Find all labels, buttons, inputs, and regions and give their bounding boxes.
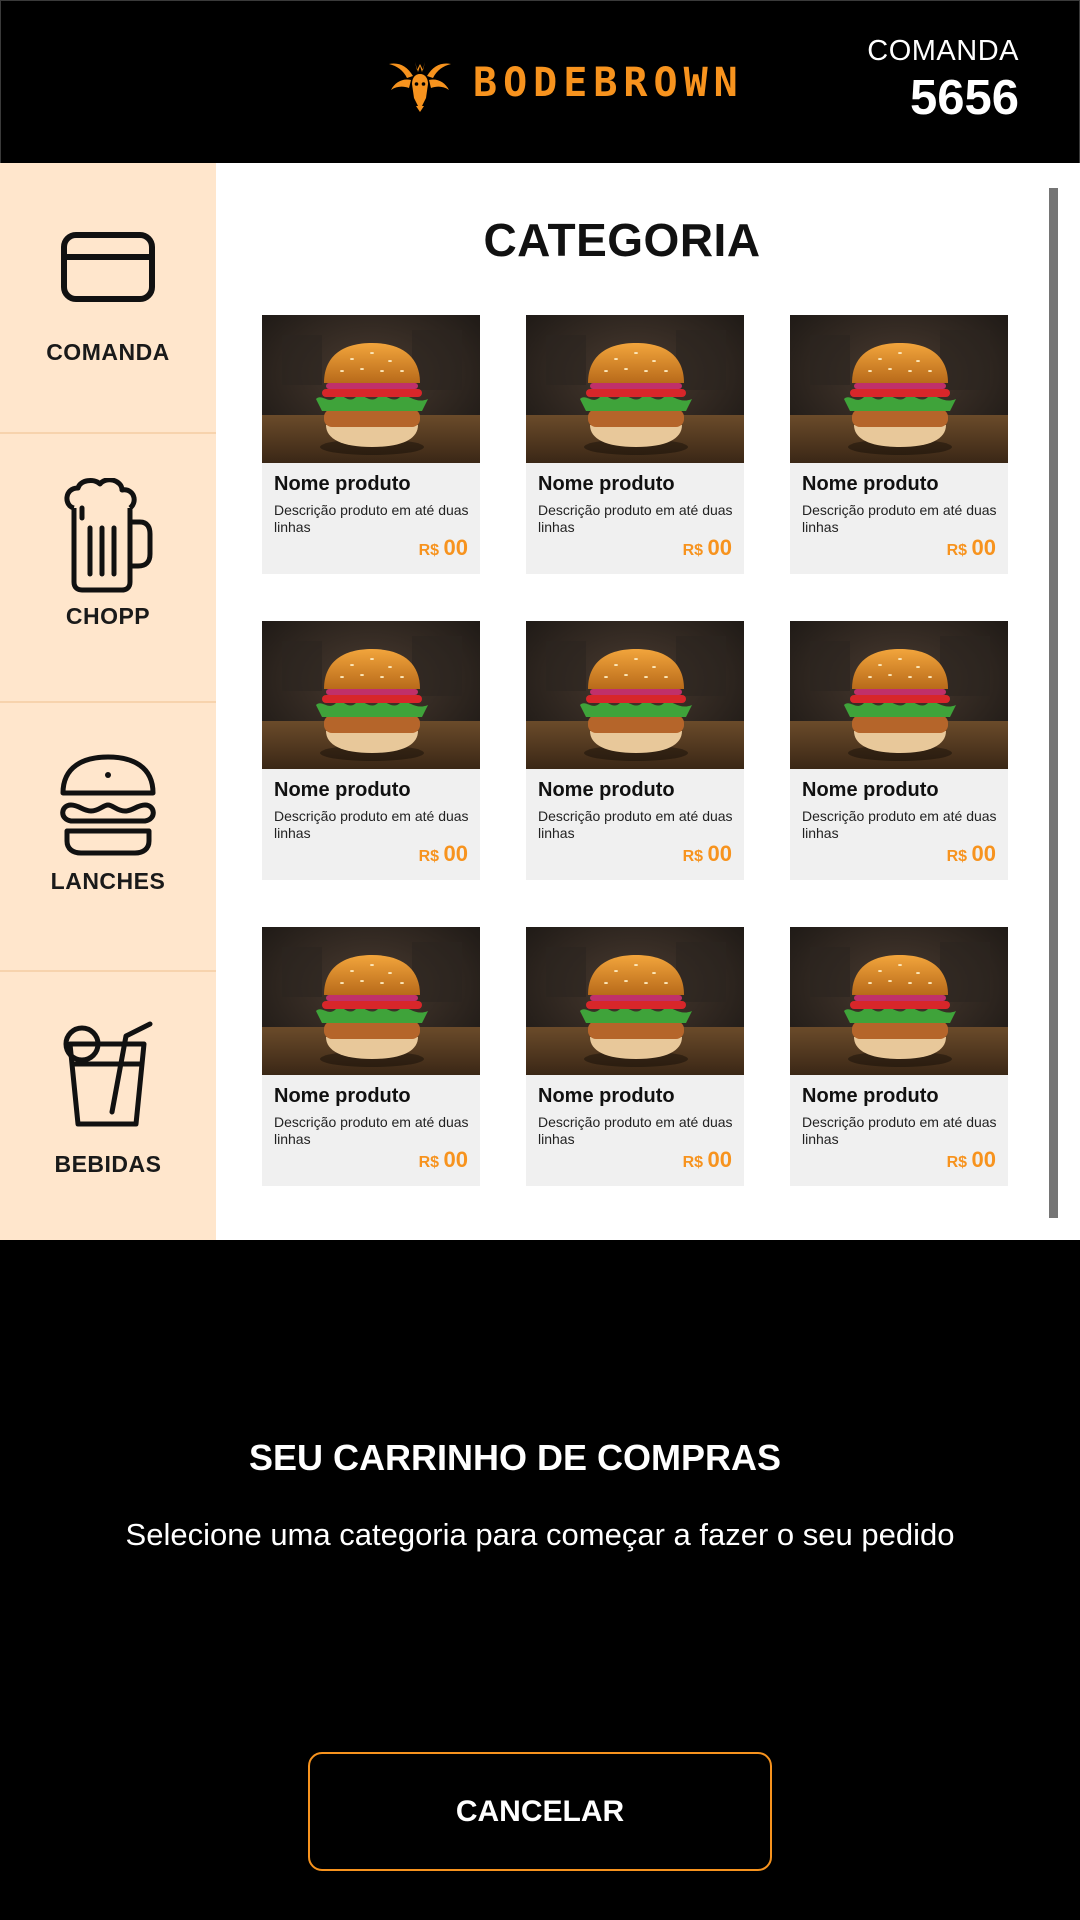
product-name: Nome produto: [538, 1085, 675, 1107]
product-price: R$ 00: [419, 841, 468, 867]
brand-logo: BODEBROWN: [385, 53, 744, 113]
product-name: Nome produto: [802, 1085, 939, 1107]
product-image: [790, 927, 1008, 1075]
product-image: [262, 315, 480, 463]
brand-name: BODEBROWN: [473, 60, 744, 106]
product-card[interactable]: Nome produto Descrição produto em até dua…: [790, 621, 1008, 880]
sidebar-item-lanches[interactable]: LANCHES: [0, 703, 216, 972]
product-description: Descrição produto em até duas linhas: [802, 502, 997, 535]
price-currency: R$: [418, 542, 440, 559]
product-image: [790, 621, 1008, 769]
drink-glass-icon: [63, 1021, 153, 1127]
price-value: 00: [443, 535, 468, 560]
price-currency: R$: [682, 848, 704, 865]
product-description: Descrição produto em até duas linhas: [538, 1114, 733, 1147]
product-card[interactable]: Nome produto Descrição produto em até dua…: [790, 315, 1008, 574]
product-description: Descrição produto em até duas linhas: [538, 808, 733, 841]
cart-title: SEU CARRINHO DE COMPRAS: [248, 1437, 782, 1478]
product-price: R$ 00: [683, 1147, 732, 1173]
product-description: Descrição produto em até duas linhas: [538, 502, 733, 535]
product-name: Nome produto: [802, 473, 939, 495]
category-title: CATEGORIA: [483, 214, 761, 266]
product-name: Nome produto: [802, 779, 939, 801]
product-price: R$ 00: [683, 535, 732, 561]
price-currency: R$: [418, 848, 440, 865]
sidebar-item-bebidas[interactable]: BEBIDAS: [0, 972, 216, 1240]
product-card[interactable]: Nome produto Descrição produto em até dua…: [526, 315, 744, 574]
product-card[interactable]: Nome produto Descrição produto em até dua…: [790, 927, 1008, 1186]
scrollbar[interactable]: [1049, 188, 1058, 1218]
content-area: COMANDA CHOPP LANCHES BEBIDAS CATEGORIA …: [0, 163, 1080, 1240]
product-name: Nome produto: [538, 779, 675, 801]
product-image: [526, 621, 744, 769]
price-value: 00: [971, 535, 996, 560]
product-name: Nome produto: [274, 779, 411, 801]
price-value: 00: [971, 1147, 996, 1172]
price-value: 00: [443, 841, 468, 866]
product-name: Nome produto: [274, 473, 411, 495]
product-price: R$ 00: [683, 841, 732, 867]
product-image: [526, 315, 744, 463]
sidebar-item-label: COMANDA: [46, 339, 170, 365]
product-card[interactable]: Nome produto Descrição produto em até dua…: [526, 621, 744, 880]
price-currency: R$: [682, 542, 704, 559]
price-currency: R$: [946, 542, 968, 559]
sidebar-item-label: CHOPP: [65, 603, 151, 629]
product-price: R$ 00: [947, 1147, 996, 1173]
cart-subtitle: Selecione uma categoria para começar a f…: [125, 1517, 955, 1552]
product-image: [262, 621, 480, 769]
card-icon: [61, 232, 155, 302]
price-value: 00: [707, 1147, 732, 1172]
product-price: R$ 00: [947, 535, 996, 561]
product-description: Descrição produto em até duas linhas: [274, 1114, 469, 1147]
product-price: R$ 00: [419, 535, 468, 561]
product-image: [262, 927, 480, 1075]
sidebar-item-label: BEBIDAS: [54, 1151, 162, 1177]
category-sidebar: COMANDA CHOPP LANCHES BEBIDAS: [0, 163, 216, 1240]
product-description: Descrição produto em até duas linhas: [274, 808, 469, 841]
price-value: 00: [443, 1147, 468, 1172]
beer-mug-icon: [64, 478, 153, 593]
goat-logo-icon: [389, 62, 451, 112]
header: BODEBROWN COMANDA 5656: [0, 0, 1080, 163]
product-card[interactable]: Nome produto Descrição produto em até dua…: [262, 621, 480, 880]
comanda-number: 5656: [909, 71, 1019, 125]
comanda-label: COMANDA: [867, 35, 1019, 67]
product-catalog: CATEGORIA Nome produto Descrição produto …: [216, 163, 1080, 1240]
product-card[interactable]: Nome produto Descrição produto em até dua…: [262, 315, 480, 574]
comanda-info: COMANDA 5656: [867, 35, 1019, 126]
price-currency: R$: [418, 1154, 440, 1171]
product-image: [790, 315, 1008, 463]
sidebar-item-chopp[interactable]: CHOPP: [0, 434, 216, 703]
price-value: 00: [971, 841, 996, 866]
product-image: [526, 927, 744, 1075]
cancel-button[interactable]: CANCELAR: [308, 1752, 772, 1871]
price-currency: R$: [946, 1154, 968, 1171]
burger-icon: [60, 754, 156, 856]
price-value: 00: [707, 535, 732, 560]
product-price: R$ 00: [947, 841, 996, 867]
product-name: Nome produto: [538, 473, 675, 495]
sidebar-item-label: LANCHES: [50, 868, 166, 894]
product-description: Descrição produto em até duas linhas: [802, 808, 997, 841]
product-name: Nome produto: [274, 1085, 411, 1107]
price-currency: R$: [682, 1154, 704, 1171]
product-description: Descrição produto em até duas linhas: [802, 1114, 997, 1147]
sidebar-item-comanda[interactable]: COMANDA: [0, 163, 216, 434]
price-currency: R$: [946, 848, 968, 865]
product-card[interactable]: Nome produto Descrição produto em até dua…: [526, 927, 744, 1186]
product-price: R$ 00: [419, 1147, 468, 1173]
product-description: Descrição produto em até duas linhas: [274, 502, 469, 535]
product-card[interactable]: Nome produto Descrição produto em até dua…: [262, 927, 480, 1186]
price-value: 00: [707, 841, 732, 866]
